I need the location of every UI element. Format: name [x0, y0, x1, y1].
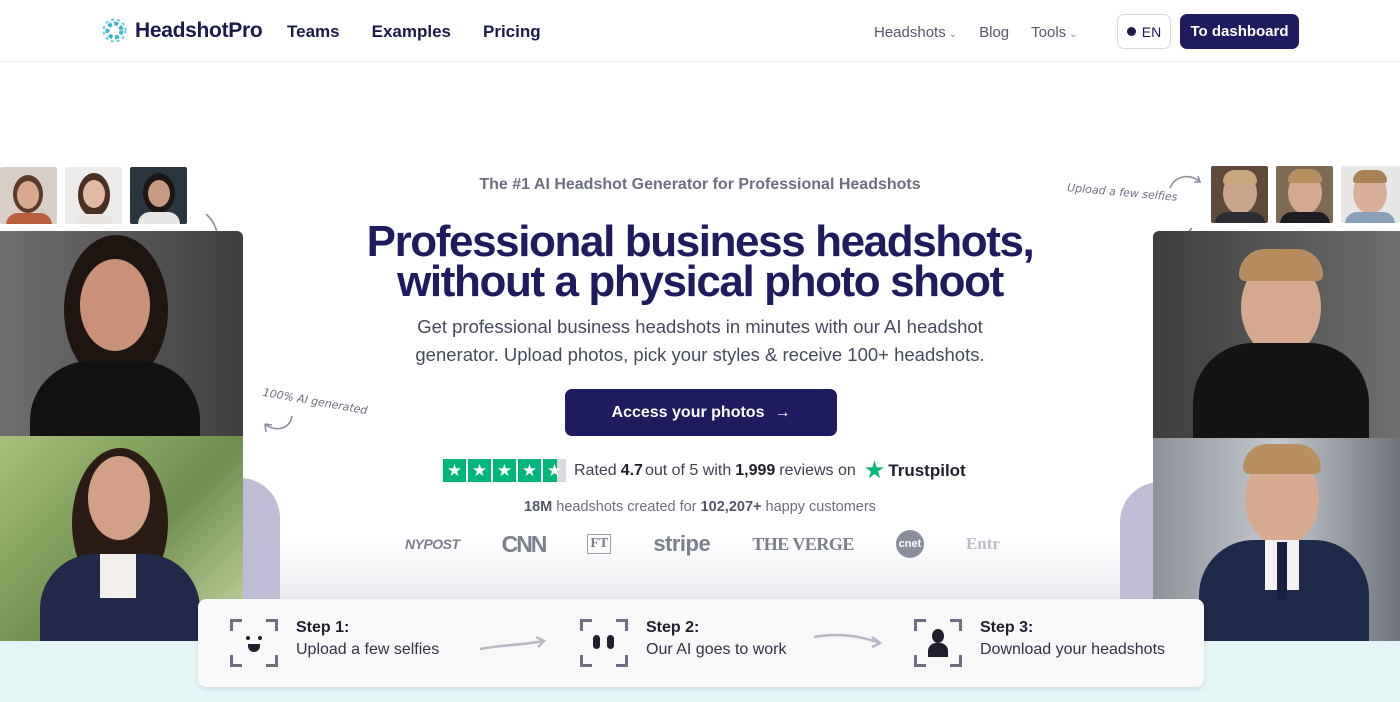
selfie-thumbnail [1211, 166, 1268, 223]
arrow-right-icon: → [774, 403, 791, 421]
rating-prefix: Rated [574, 461, 617, 479]
step-1-subtitle: Upload a few selfies [296, 641, 440, 658]
nav-link-headshots[interactable]: Headshots ⌄ [874, 24, 957, 41]
selfie-thumbnail [1341, 166, 1400, 223]
logo-icon [102, 18, 127, 43]
step-3-subtitle: Download your headshots [980, 641, 1166, 658]
customers-label: happy customers [765, 499, 876, 515]
ai-headshot-photo [0, 231, 243, 436]
selfie-thumbnail [130, 167, 187, 224]
star-icon: ★ [468, 459, 491, 482]
chevron-down-icon: ⌄ [1069, 29, 1078, 40]
curved-arrow-icon [264, 415, 293, 433]
secondary-nav: Headshots ⌄ Blog Tools ⌄ [874, 24, 1078, 41]
step-3: Step 3: Download your headshots [914, 619, 1165, 667]
upload-selfies-note: Upload a few selfies [1066, 181, 1178, 204]
star-icon: ★ [443, 459, 466, 482]
ai-headshot-photo [1153, 231, 1400, 438]
cnn-logo: CNN [501, 530, 548, 557]
headshots-label: headshots created for [556, 499, 697, 515]
step-1: Step 1: Upload a few selfies [230, 619, 439, 667]
step-2-subtitle: Our AI goes to work [646, 641, 787, 658]
hero-headline: Professional business headshots, without… [300, 217, 1100, 306]
person-icon [914, 619, 962, 667]
access-photos-label: Access your photos [611, 403, 765, 421]
chevron-down-icon: ⌄ [948, 29, 958, 40]
rating-stars: ★ ★ ★ ★ ★ [443, 459, 566, 482]
nypost-logo: NYPOST [405, 536, 460, 552]
step-2-title: Step 2: [646, 619, 700, 636]
nav-link-blog[interactable]: Blog [979, 24, 1009, 41]
headline-line-2: without a physical photo shoot [397, 257, 1004, 306]
globe-icon [1126, 27, 1136, 36]
logo-text: HeadshotPro [135, 18, 263, 42]
trustpilot-logo: ★ Trustpilot [863, 456, 966, 484]
customers-count: 102,207+ [700, 499, 762, 515]
smile-face-icon [230, 619, 278, 667]
rating-suffix: reviews on [779, 461, 856, 479]
language-label: EN [1141, 23, 1162, 40]
access-photos-button[interactable]: Access your photos → [565, 389, 837, 436]
dashboard-button[interactable]: To dashboard [1180, 14, 1299, 49]
customer-stats: 18M headshots created for 102,207+ happy… [450, 499, 950, 515]
review-count: 1,999 [735, 461, 776, 479]
nav-link-tools[interactable]: Tools ⌄ [1031, 24, 1077, 41]
star-icon: ★ [493, 459, 516, 482]
half-star-icon: ★ [543, 459, 566, 482]
star-icon: ★ [518, 459, 541, 482]
entrepreneur-logo: Entr [965, 534, 1000, 553]
headline-line-1: Professional business headshots, [366, 217, 1035, 266]
nav-link-tools-label: Tools [1031, 24, 1067, 41]
the-verge-logo: THE VERGE [752, 533, 854, 554]
logo[interactable]: HeadshotPro [102, 18, 263, 43]
trustpilot-star-icon: ★ [863, 456, 886, 484]
nav-link-teams[interactable]: Teams [287, 22, 340, 42]
step-2: Step 2: Our AI goes to work [580, 619, 787, 667]
selfie-thumbnail [0, 167, 57, 224]
ai-eyes-icon [580, 619, 628, 667]
trustpilot-label: Trustpilot [888, 460, 966, 480]
cnet-logo: cnet [895, 530, 924, 558]
rating-middle: out of 5 with [644, 461, 732, 479]
hero-subtext: Get professional business headshots in m… [415, 316, 985, 365]
top-nav: HeadshotPro Teams Examples Pricing Heads… [0, 0, 1400, 62]
step-1-title: Step 1: [296, 619, 350, 636]
headshots-count: 18M [524, 499, 553, 515]
language-button[interactable]: EN [1117, 14, 1171, 49]
selfie-thumbnail [65, 167, 122, 224]
rating-score: 4.7 [620, 461, 643, 479]
nav-link-headshots-label: Headshots [874, 24, 946, 41]
hero-eyebrow: The #1 AI Headshot Generator for Profess… [479, 176, 921, 193]
page: HeadshotPro Teams Examples Pricing Heads… [0, 0, 1400, 702]
step-arrow-icon [479, 635, 547, 651]
selfie-thumbnail [1276, 166, 1333, 223]
step-arrow-icon [813, 633, 883, 649]
steps-card: Step 1: Upload a few selfies Step 2: Our… [198, 599, 1204, 687]
stripe-logo: stripe [653, 531, 711, 556]
step-3-title: Step 3: [980, 619, 1034, 636]
trustpilot-rating[interactable]: ★ ★ ★ ★ ★ Rated 4.7 out of 5 with 1,999 … [443, 456, 966, 484]
press-logos: NYPOST CNN FT stripe THE VERGE cnet Entr [405, 529, 1000, 559]
nav-link-examples[interactable]: Examples [372, 22, 451, 42]
curved-arrow-icon [1169, 175, 1202, 189]
ft-logo: FT [587, 534, 612, 554]
nav-link-pricing[interactable]: Pricing [483, 22, 541, 42]
main-nav: Teams Examples Pricing [287, 22, 541, 42]
